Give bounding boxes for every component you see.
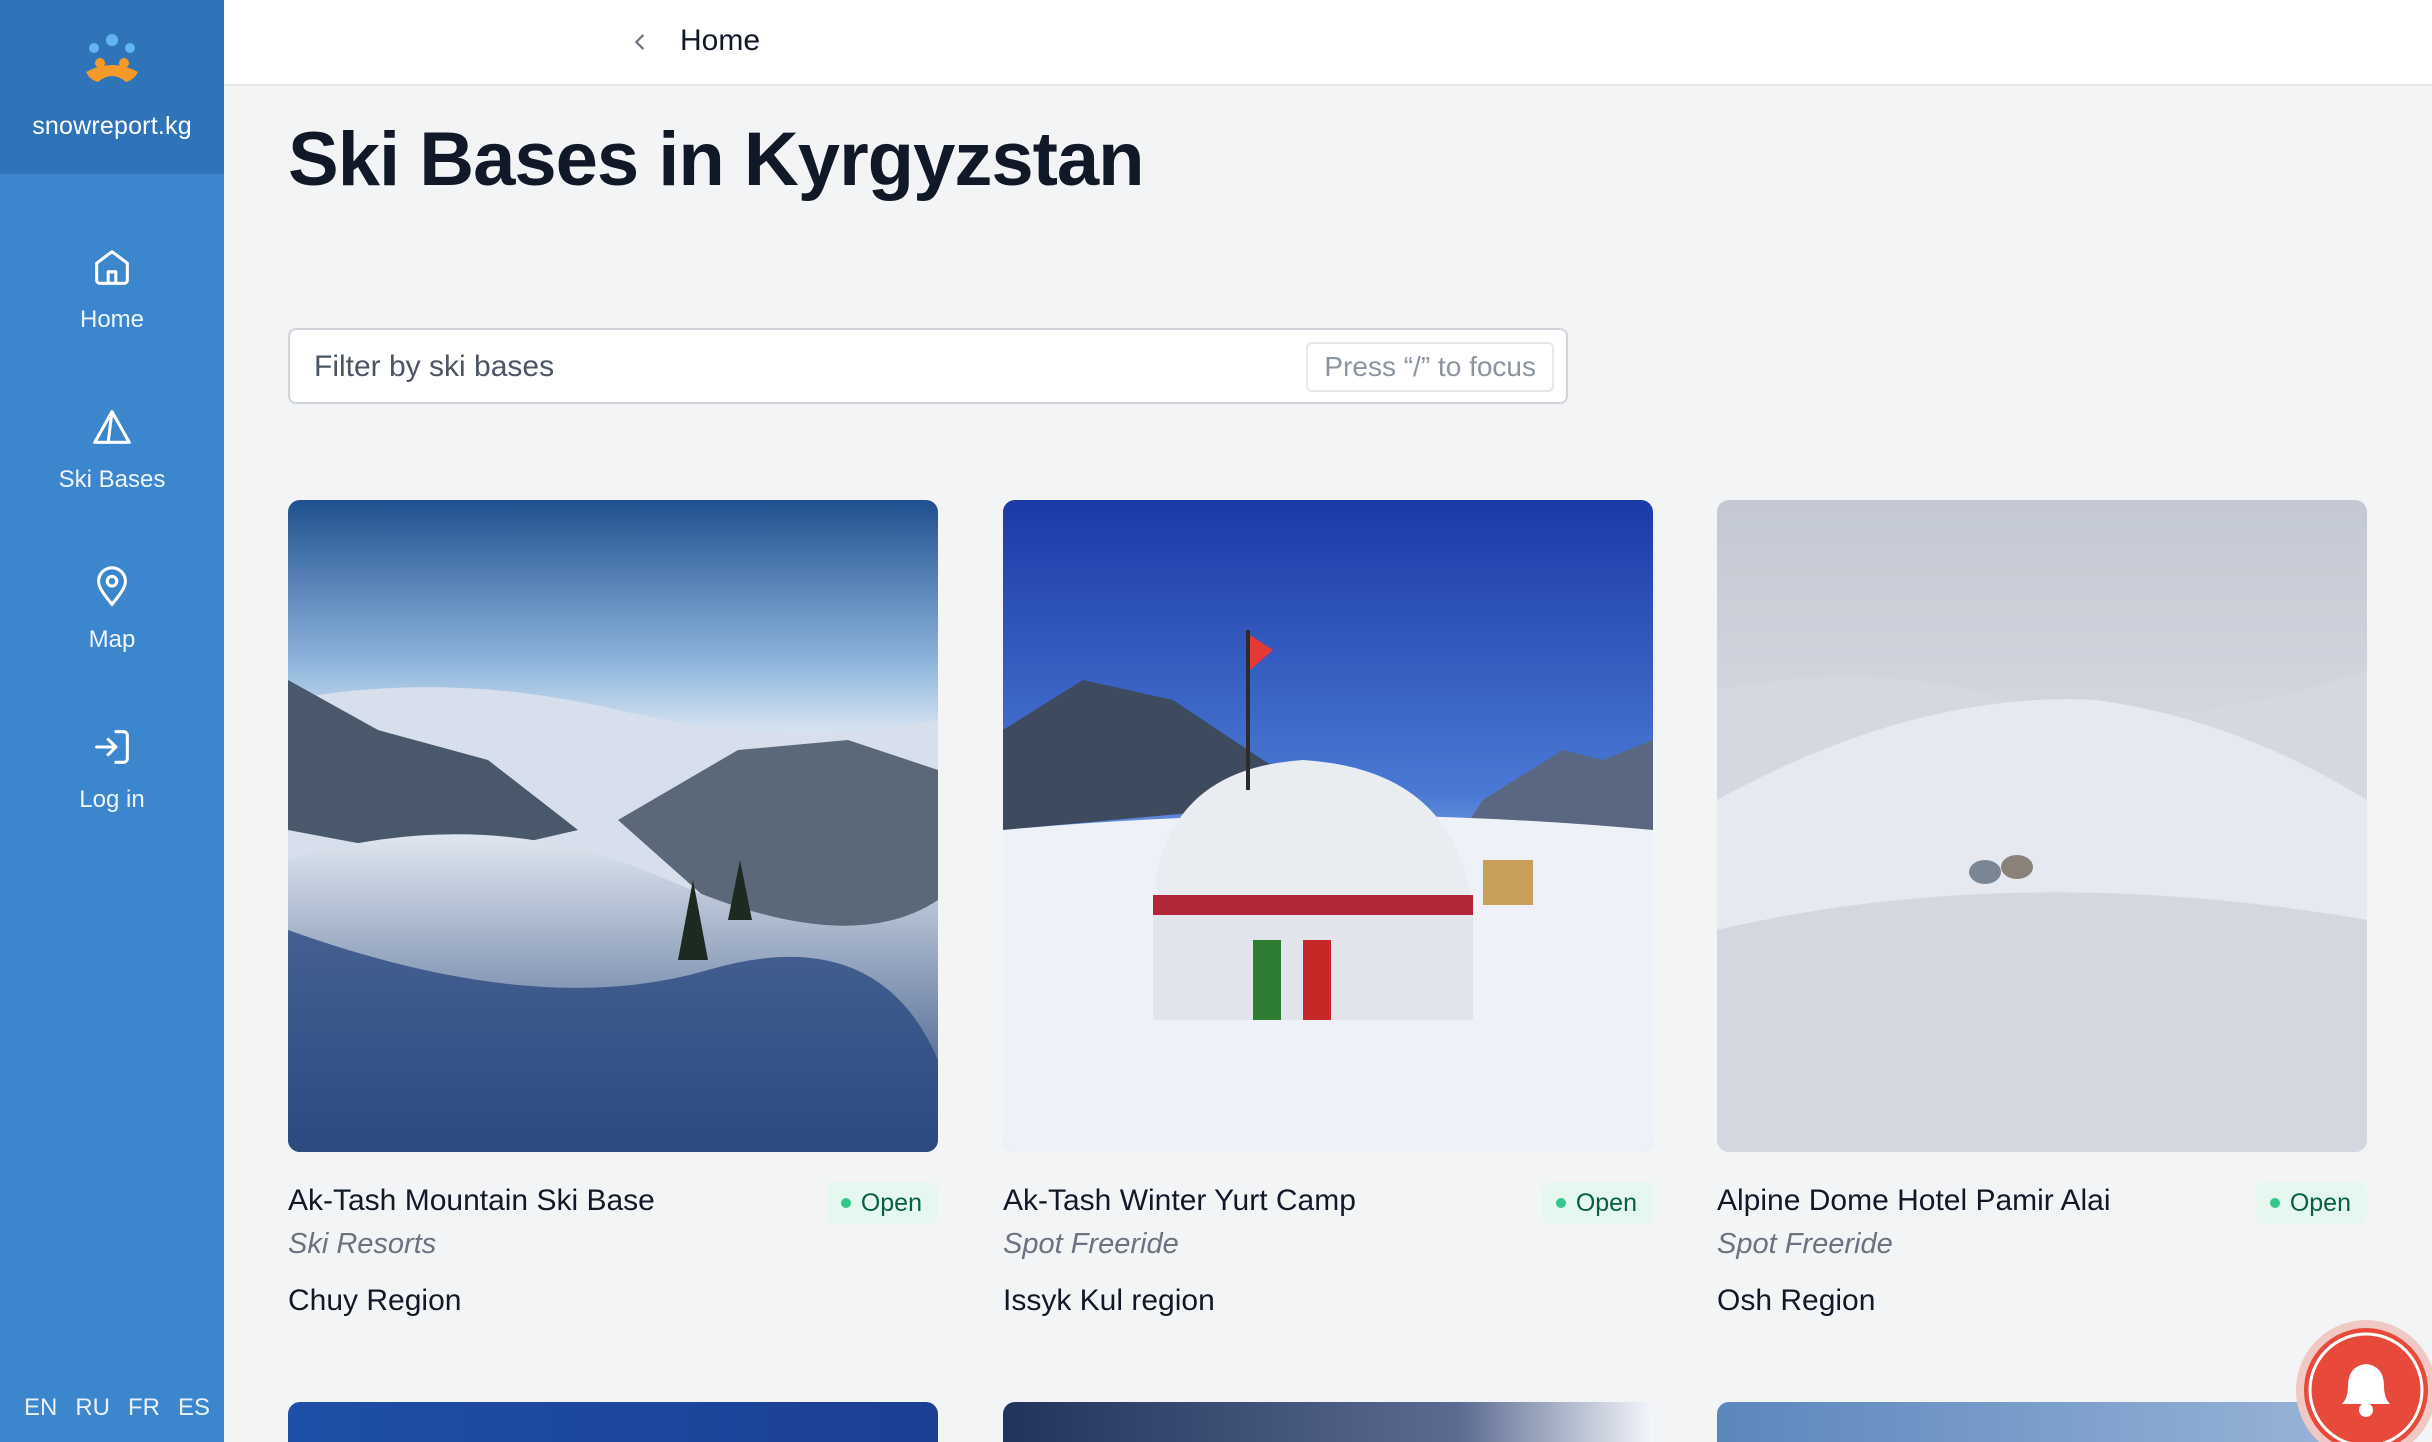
ski-base-card-preview[interactable] [1003,1402,1653,1442]
ski-base-card[interactable]: Ak-Tash Winter Yurt Camp Open Spot Freer… [1003,500,1653,1317]
sidebar: snowreport.kg Home Ski Bases Map Log in … [0,0,224,1442]
language-es[interactable]: ES [178,1394,210,1422]
language-fr[interactable]: FR [128,1394,160,1422]
status-badge: Open [2255,1182,2367,1224]
mountain-icon [93,410,131,444]
chevron-left-icon [635,34,644,50]
ski-base-card[interactable]: Alpine Dome Hotel Pamir Alai Open Spot F… [1717,500,2367,1317]
language-en[interactable]: EN [24,1394,57,1422]
ski-base-card-preview[interactable] [288,1402,938,1442]
status-text: Open [1575,1188,1637,1217]
status-dot-icon [2269,1198,2280,1208]
card-region: Osh Region [1717,1284,1876,1317]
snowreport-logo-icon [86,34,138,82]
card-title[interactable]: Ak-Tash Mountain Ski Base [288,1184,655,1218]
card-image [288,500,938,1152]
status-dot-icon [1555,1198,1566,1208]
card-category: Ski Resorts [288,1228,437,1260]
sidebar-item-home[interactable]: Home [0,244,224,404]
sidebar-item-label: Ski Bases [58,466,166,493]
brand-header[interactable]: snowreport.kg [0,0,224,174]
breadcrumb[interactable]: Home [680,24,760,58]
card-region: Issyk Kul region [1003,1284,1215,1317]
sidebar-item-label: Map [88,626,136,653]
back-button[interactable] [620,22,660,62]
notification-bell-button[interactable] [2296,1320,2432,1442]
sidebar-item-login[interactable]: Log in [0,724,224,884]
card-region: Chuy Region [288,1284,462,1317]
ski-base-card[interactable]: Ak-Tash Mountain Ski Base Open Ski Resor… [288,500,938,1317]
card-category: Spot Freeride [1717,1228,1893,1260]
status-badge: Open [826,1182,938,1224]
language-ru[interactable]: RU [75,1394,110,1422]
top-bar: Home [224,0,2432,86]
page-title: Ski Bases in Kyrgyzstan [288,117,1145,202]
card-image [1717,500,2367,1152]
card-image [1003,500,1653,1152]
home-icon [95,250,129,285]
sidebar-nav: Home Ski Bases Map Log in [0,244,224,884]
sidebar-item-label: Home [79,306,145,333]
search-input[interactable] [314,346,1254,388]
status-text: Open [860,1188,922,1217]
status-dot-icon [840,1198,851,1208]
brand-name: snowreport.kg [32,112,192,140]
ski-base-card-preview[interactable] [1717,1402,2367,1442]
shortcut-hint: Press “/” to focus [1306,342,1554,392]
status-badge: Open [1541,1182,1653,1224]
map-pin-icon [97,566,127,607]
status-text: Open [2289,1188,2351,1217]
login-icon [95,730,129,764]
sidebar-item-label: Log in [79,786,145,813]
sidebar-item-ski-bases[interactable]: Ski Bases [0,404,224,564]
card-title[interactable]: Ak-Tash Winter Yurt Camp [1003,1184,1356,1218]
card-title[interactable]: Alpine Dome Hotel Pamir Alai [1717,1184,2111,1218]
card-category: Spot Freeride [1003,1228,1179,1260]
sidebar-item-map[interactable]: Map [0,564,224,724]
search-box: Press “/” to focus [288,328,1568,404]
language-switcher: EN RU FR ES [24,1394,210,1422]
